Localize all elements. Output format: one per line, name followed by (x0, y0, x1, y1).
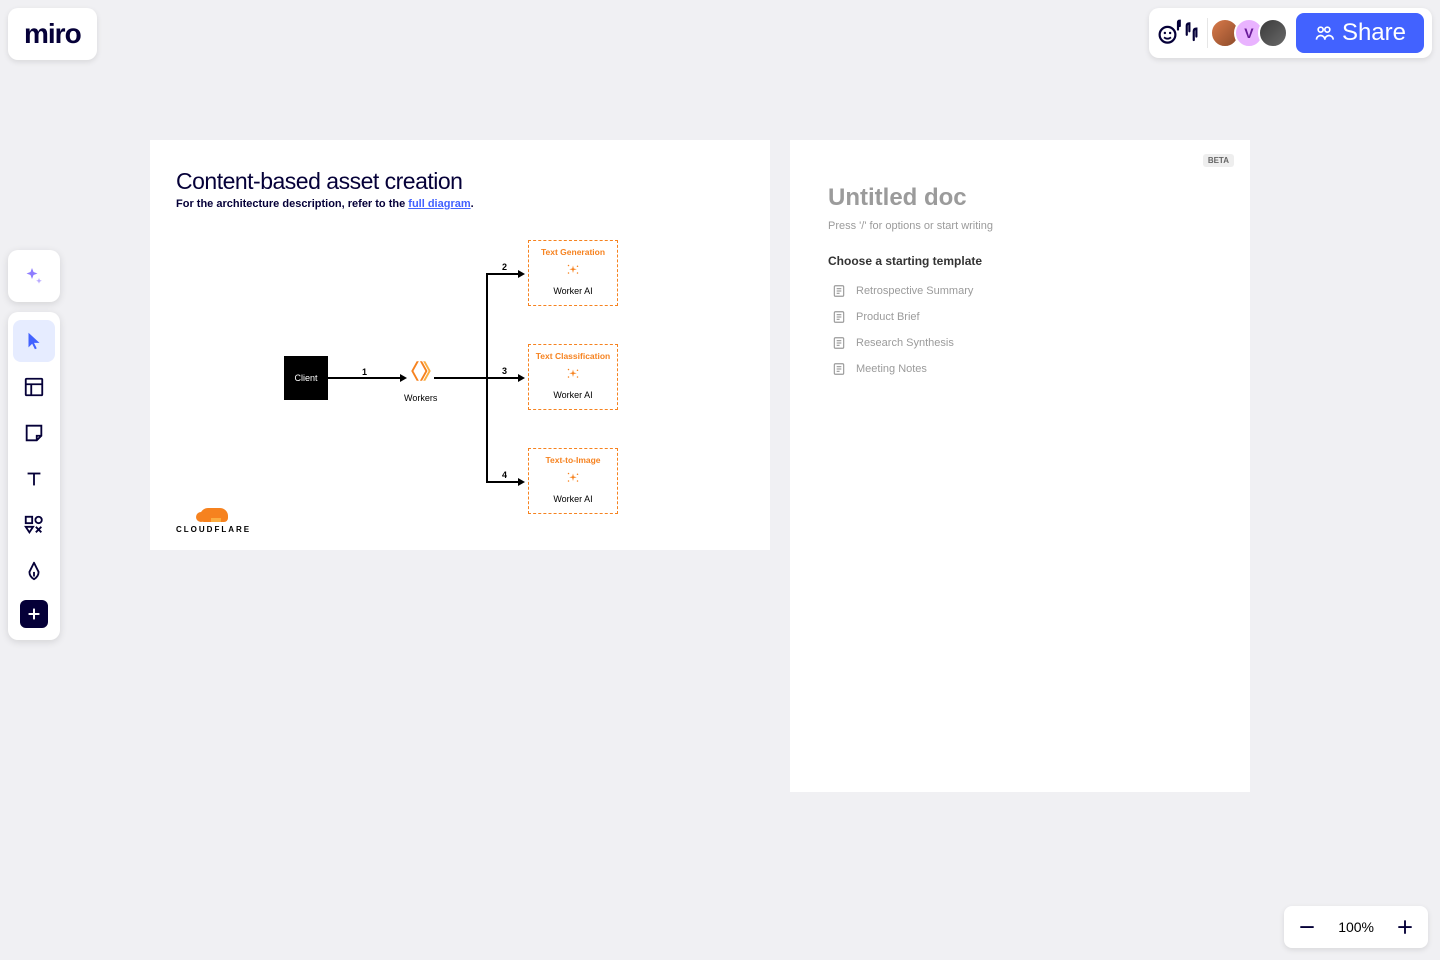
doc-title[interactable]: Untitled doc (828, 184, 1212, 212)
template-retro[interactable]: Retrospective Summary (828, 278, 1212, 304)
tool-ai[interactable] (8, 250, 60, 302)
tool-templates[interactable] (13, 366, 55, 408)
doc-panel[interactable]: BETA Untitled doc Press '/' for options … (790, 140, 1250, 792)
doc-choose-label: Choose a starting template (828, 254, 1212, 268)
cloudflare-logo: CLOUDFLARE (176, 508, 251, 534)
left-toolbar (8, 312, 60, 640)
cloud-icon (200, 508, 228, 522)
share-label: Share (1342, 19, 1406, 47)
tool-text[interactable] (13, 458, 55, 500)
tool-select[interactable] (13, 320, 55, 362)
sparkle-icon (563, 261, 583, 279)
sparkle-icon (563, 469, 583, 487)
template-research[interactable]: Research Synthesis (828, 330, 1212, 356)
template-meeting[interactable]: Meeting Notes (828, 356, 1212, 382)
box-text-classification[interactable]: Text Classification Worker AI (528, 344, 618, 410)
sparkle-icon (563, 365, 583, 383)
app-logo[interactable]: miro (8, 8, 97, 60)
node-workers[interactable]: Workers (404, 358, 437, 403)
avatar-3[interactable] (1258, 18, 1288, 48)
edge-1 (328, 377, 400, 379)
node-client[interactable]: Client (284, 356, 328, 400)
zoom-in-button[interactable] (1396, 918, 1414, 936)
doc-icon (832, 336, 846, 350)
topbar-right: V Share (1149, 8, 1432, 58)
edge-label-2: 2 (502, 262, 507, 272)
doc-icon (832, 310, 846, 324)
edge-label-4: 4 (502, 470, 507, 480)
doc-hint: Press '/' for options or start writing (828, 220, 1212, 232)
tool-sticky[interactable] (13, 412, 55, 454)
zoom-level[interactable]: 100% (1338, 919, 1374, 935)
workers-icon (408, 358, 434, 384)
workers-label: Workers (404, 393, 437, 403)
diagram-frame[interactable]: Content-based asset creation For the arc… (150, 140, 770, 550)
template-brief[interactable]: Product Brief (828, 304, 1212, 330)
edge-label-3: 3 (502, 366, 507, 376)
collaborator-avatars[interactable]: V (1216, 18, 1288, 48)
box-text-to-image[interactable]: Text-to-Image Worker AI (528, 448, 618, 514)
zoom-out-button[interactable] (1298, 918, 1316, 936)
edge-trunk (434, 377, 486, 379)
separator (1207, 18, 1208, 48)
tool-more[interactable] (20, 600, 48, 628)
share-people-icon (1314, 23, 1334, 43)
doc-icon (832, 284, 846, 298)
beta-badge: BETA (1203, 154, 1234, 167)
doc-icon (832, 362, 846, 376)
tool-shapes[interactable] (13, 504, 55, 546)
template-list: Retrospective Summary Product Brief Rese… (828, 278, 1212, 382)
tool-pen[interactable] (13, 550, 55, 592)
edge-label-1: 1 (362, 367, 367, 377)
share-button[interactable]: Share (1296, 13, 1424, 53)
box-text-generation[interactable]: Text Generation Worker AI (528, 240, 618, 306)
diagram: Client 1 Workers 2 3 4 (150, 140, 770, 550)
zoom-controls: 100% (1284, 906, 1428, 948)
reactions-icon[interactable] (1157, 15, 1199, 51)
